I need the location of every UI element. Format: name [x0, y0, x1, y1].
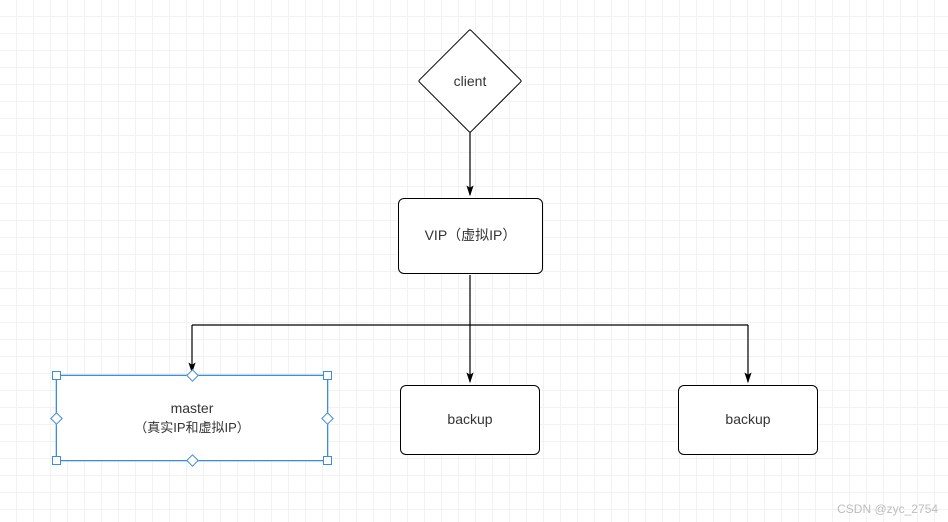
resize-handle-sw[interactable] — [52, 456, 61, 465]
resize-handle-ne[interactable] — [323, 371, 332, 380]
anchor-handle-w[interactable] — [50, 412, 63, 425]
resize-handle-nw[interactable] — [52, 371, 61, 380]
node-backup2[interactable]: backup — [678, 385, 818, 455]
node-master[interactable]: master （真实IP和虚拟IP） — [56, 375, 328, 461]
node-master-label: master — [171, 399, 214, 419]
anchor-handle-n[interactable] — [186, 369, 199, 382]
resize-handle-se[interactable] — [323, 456, 332, 465]
watermark: CSDN @zyc_2754 — [837, 502, 938, 516]
node-vip-label: VIP（虚拟IP） — [425, 226, 517, 246]
node-backup2-label: backup — [725, 410, 770, 430]
node-vip[interactable]: VIP（虚拟IP） — [398, 198, 543, 274]
anchor-handle-s[interactable] — [186, 454, 199, 467]
node-master-sublabel: （真实IP和虚拟IP） — [134, 419, 250, 437]
anchor-handle-e[interactable] — [321, 412, 334, 425]
node-backup1-label: backup — [447, 410, 492, 430]
node-client[interactable]: client — [419, 30, 521, 132]
node-backup1[interactable]: backup — [400, 385, 540, 455]
node-client-label: client — [454, 73, 487, 89]
